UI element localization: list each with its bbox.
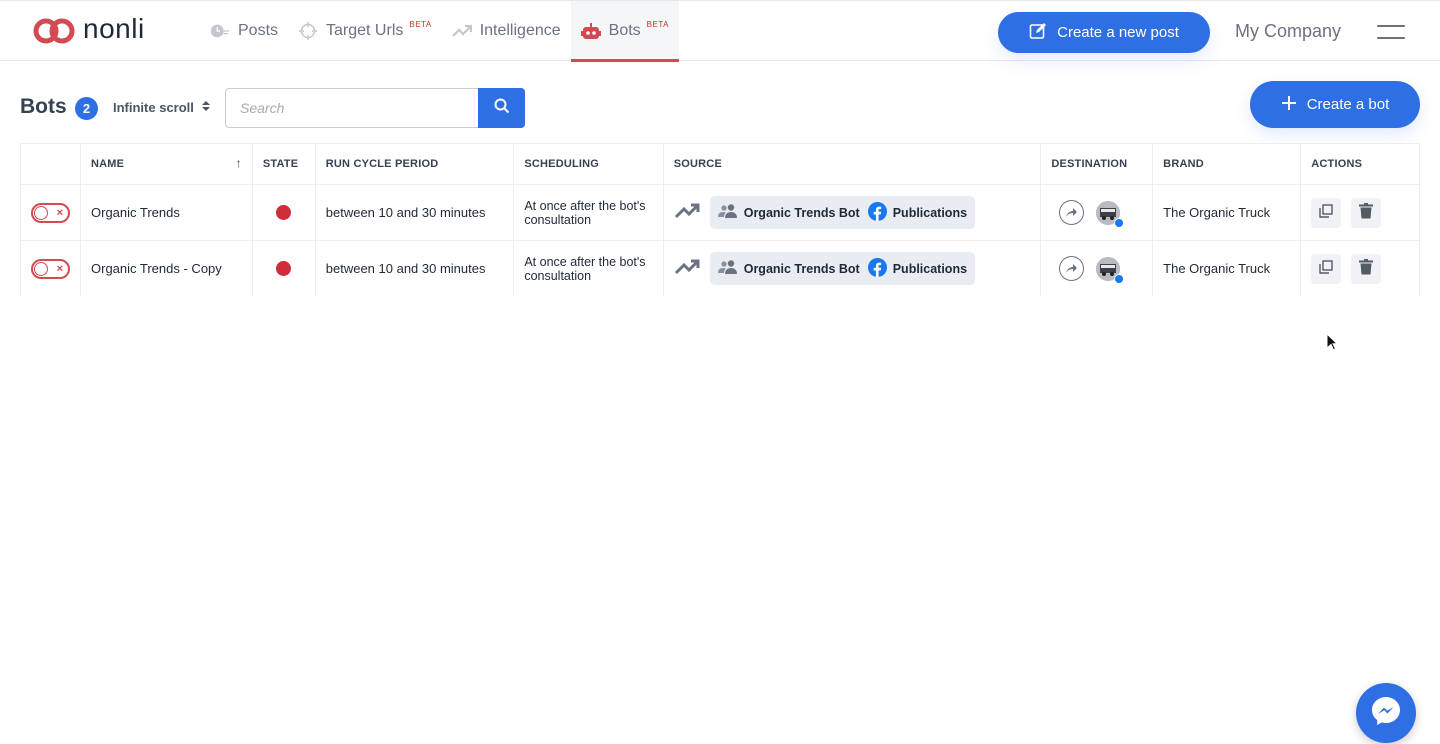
table-header-row: NAME ↑ STATE RUN CYCLE PERIOD SCHEDULING … [20, 143, 1420, 185]
logo-text: nonli [83, 13, 145, 44]
nav-tab-label: Intelligence [479, 22, 561, 39]
state-indicator [276, 205, 292, 220]
header-toggle [20, 143, 81, 185]
nonli-logo[interactable]: nonli [33, 13, 145, 47]
brand-name: The Organic Truck [1152, 240, 1302, 297]
nav-tab-label: Target Urls [326, 22, 404, 39]
brand-avatar[interactable] [1096, 256, 1125, 284]
delete-button[interactable] [1351, 253, 1382, 284]
state-indicator [276, 261, 292, 277]
create-new-post-label: Create a new post [1057, 24, 1179, 41]
nav-tab-intelligence[interactable]: Intelligence [442, 1, 571, 61]
sort-updown-icon [201, 100, 210, 115]
source-type-label: Publications [892, 205, 968, 220]
facebook-badge-icon [1114, 217, 1125, 228]
bot-enable-toggle[interactable]: × [31, 258, 70, 279]
header-run-cycle: RUN CYCLE PERIOD [314, 143, 515, 185]
bot-count-badge: 2 [75, 97, 98, 120]
create-bot-label: Create a bot [1306, 96, 1390, 113]
source-chip[interactable]: Organic Trends Bot Publications [709, 196, 976, 229]
header-actions: ACTIONS [1300, 143, 1420, 185]
source-type-label: Publications [892, 261, 968, 276]
plus-icon [1281, 95, 1297, 115]
run-cycle-period: between 10 and 30 minutes [314, 184, 515, 241]
header-brand: BRAND [1152, 143, 1302, 185]
run-cycle-period: between 10 and 30 minutes [314, 240, 515, 297]
users-icon [717, 203, 738, 222]
header-name[interactable]: NAME ↑ [80, 143, 253, 185]
destination-cell [1051, 256, 1142, 284]
source-group-label: Organic Trends Bot [743, 205, 860, 220]
crosshair-icon [298, 21, 318, 41]
header-destination: DESTINATION [1040, 143, 1154, 185]
trend-icon [674, 258, 700, 279]
trend-icon [674, 202, 700, 223]
trash-icon [1359, 259, 1374, 278]
bot-name[interactable]: Organic Trends - Copy [80, 240, 253, 297]
destination-cell [1051, 200, 1142, 228]
facebook-icon [867, 201, 887, 224]
nav-tab-bots[interactable]: Bots BETA [570, 1, 680, 62]
main-nav: Posts Target Urls BETA Intelligence Bots… [200, 1, 680, 62]
search-icon [494, 98, 510, 119]
search-input[interactable] [225, 88, 479, 128]
trend-icon [451, 21, 472, 41]
share-icon[interactable] [1059, 200, 1085, 225]
header-source: SOURCE [662, 143, 1042, 185]
beta-badge: BETA [646, 19, 669, 29]
beta-badge: BETA [409, 19, 432, 29]
scroll-mode-select[interactable]: Infinite scroll [113, 100, 210, 115]
top-navigation-bar: nonli Posts Target Urls BETA Intelligenc… [0, 0, 1440, 62]
nav-tab-label: Bots [608, 22, 641, 39]
logo-icon [33, 18, 75, 44]
copy-icon [1319, 260, 1333, 277]
duplicate-button[interactable] [1311, 253, 1342, 284]
copy-icon [1319, 204, 1333, 221]
company-switcher[interactable]: My Company [1235, 21, 1341, 42]
source-chip[interactable]: Organic Trends Bot Publications [709, 252, 976, 286]
source-cell: Organic Trends Bot Publications [674, 196, 1031, 229]
header-scheduling: SCHEDULING [513, 143, 664, 185]
nav-tab-label: Posts [238, 22, 279, 39]
header-state: STATE [251, 143, 316, 185]
clock-icon [210, 21, 230, 41]
facebook-badge-icon [1114, 273, 1125, 284]
scheduling: At once after the bot's consultation [513, 184, 664, 241]
search-button[interactable] [478, 88, 525, 128]
create-new-post-button[interactable]: Create a new post [998, 12, 1210, 53]
menu-icon[interactable] [1377, 25, 1405, 39]
bot-enable-toggle[interactable]: × [31, 202, 70, 223]
bot-name[interactable]: Organic Trends [80, 184, 253, 241]
source-cell: Organic Trends Bot Publications [674, 252, 1031, 286]
page-title: Bots [20, 95, 67, 118]
share-icon[interactable] [1059, 256, 1085, 282]
messenger-icon [1369, 694, 1403, 733]
sort-ascending-icon[interactable]: ↑ [236, 156, 242, 170]
users-icon [717, 259, 738, 278]
messenger-chat-button[interactable] [1356, 683, 1416, 743]
duplicate-button[interactable] [1311, 197, 1342, 228]
brand-name: The Organic Truck [1152, 184, 1302, 241]
source-group-label: Organic Trends Bot [743, 261, 860, 276]
edit-icon [1029, 22, 1047, 44]
trash-icon [1359, 203, 1374, 222]
table-row[interactable]: × Organic Trends between 10 and 30 minut… [20, 184, 1420, 241]
scroll-mode-value: Infinite scroll [113, 100, 194, 115]
brand-avatar[interactable] [1096, 200, 1125, 228]
mouse-cursor-icon [1326, 332, 1339, 356]
facebook-icon [867, 257, 887, 280]
nav-tab-target-urls[interactable]: Target Urls BETA [288, 1, 442, 61]
delete-button[interactable] [1351, 197, 1382, 228]
row-actions [1311, 253, 1409, 284]
robot-icon [580, 21, 601, 41]
create-bot-button[interactable]: Create a bot [1250, 81, 1420, 128]
row-actions [1311, 197, 1409, 228]
nav-tab-posts[interactable]: Posts [200, 1, 288, 61]
scheduling: At once after the bot's consultation [513, 240, 664, 297]
bots-table: NAME ↑ STATE RUN CYCLE PERIOD SCHEDULING … [20, 143, 1420, 297]
table-row[interactable]: × Organic Trends - Copy between 10 and 3… [20, 240, 1420, 297]
